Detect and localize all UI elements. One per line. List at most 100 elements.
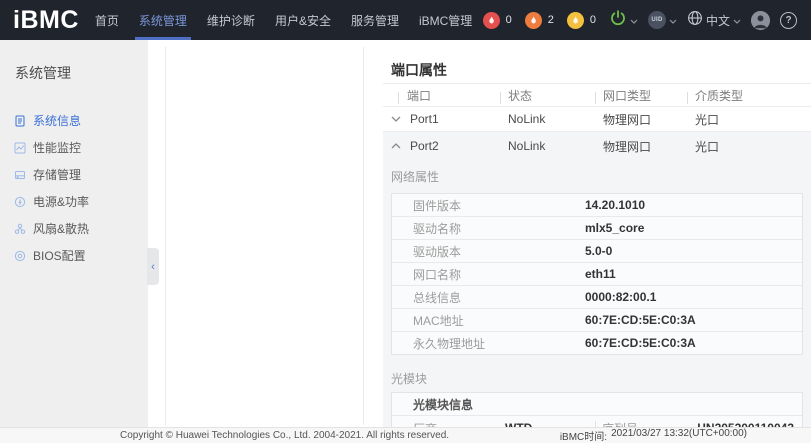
chevron-up-icon[interactable] — [391, 143, 401, 149]
port-properties-panel: 端口属性 端口 状态 网口类型 介质类型 Port1 NoLink 物理网口 光… — [383, 40, 811, 427]
power-icon — [14, 196, 26, 208]
table-row: 驱动名称 mlx5_core — [392, 217, 802, 240]
user-avatar[interactable] — [751, 11, 770, 30]
sidebar-item-label: 电源&功率 — [33, 193, 89, 210]
attr-value: 5.0-0 — [585, 244, 612, 258]
ibmc-page: iBMC 首页 系统管理 维护诊断 用户&安全 服务管理 iBMC管理 0 2 — [0, 0, 811, 443]
chevron-down-icon — [669, 11, 677, 29]
optical-module-label: 光模块 — [391, 370, 803, 387]
attr-value: eth11 — [585, 267, 616, 281]
uid-icon: UID — [648, 11, 666, 29]
attr-label: MAC地址 — [392, 312, 585, 329]
table-row: 永久物理地址 60:7E:CD:5E:C0:3A — [392, 332, 802, 354]
main-nav: 首页 系统管理 维护诊断 用户&安全 服务管理 iBMC管理 — [85, 0, 482, 40]
critical-flame-icon — [483, 12, 500, 29]
chevron-down-icon — [630, 11, 638, 29]
storage-icon — [14, 169, 26, 181]
port-name: Port1 — [410, 112, 439, 126]
sidebar-item-power[interactable]: 电源&功率 — [0, 188, 148, 215]
port-nic-type: 物理网口 — [595, 111, 687, 128]
table-row: 总线信息 0000:82:00.1 — [392, 286, 802, 309]
page-title: 端口属性 — [391, 60, 803, 80]
critical-alarm-indicator[interactable]: 0 — [483, 12, 512, 29]
sidebar-menu: 系统信息 性能监控 存储管理 电源&功率 风扇&散热 BIOS配置 — [0, 107, 148, 269]
table-row: MAC地址 60:7E:CD:5E:C0:3A — [392, 309, 802, 332]
sidebar-item-storage-management[interactable]: 存储管理 — [0, 161, 148, 188]
nav-user-security[interactable]: 用户&安全 — [265, 0, 341, 40]
language-selector[interactable]: 中文 — [687, 10, 741, 31]
nav-maintenance-diagnostics[interactable]: 维护诊断 — [197, 0, 265, 40]
sidebar-item-label: BIOS配置 — [33, 247, 86, 264]
header-right-cluster: 0 2 0 — [483, 9, 797, 32]
network-attributes-table: 固件版本 14.20.1010 驱动名称 mlx5_core 驱动版本 5.0-… — [391, 193, 803, 355]
sidebar-item-performance-monitor[interactable]: 性能监控 — [0, 134, 148, 161]
nav-home[interactable]: 首页 — [85, 0, 129, 40]
table-row: 厂商 WTD 序列号 HN205200110043 — [392, 416, 802, 427]
gear-icon — [14, 250, 26, 262]
footer: Copyright © Huawei Technologies Co., Ltd… — [0, 427, 811, 443]
critical-alarm-count: 0 — [506, 14, 512, 26]
minor-alarm-indicator[interactable]: 0 — [567, 12, 596, 29]
sidebar-title: 系统管理 — [15, 63, 148, 83]
column-header-status: 状态 — [500, 87, 595, 104]
attr-label: 驱动版本 — [392, 243, 585, 260]
optical-module-info-header: 光模块信息 — [392, 393, 802, 416]
port-row-port1[interactable]: Port1 NoLink 物理网口 光口 — [383, 107, 811, 132]
sidebar-item-label: 系统信息 — [33, 112, 81, 129]
table-row: 网口名称 eth11 — [392, 263, 802, 286]
table-row: 驱动版本 5.0-0 — [392, 240, 802, 263]
nav-ibmc-management[interactable]: iBMC管理 — [409, 0, 482, 40]
sidebar-item-fans-cooling[interactable]: 风扇&散热 — [0, 215, 148, 242]
attr-value: 60:7E:CD:5E:C0:3A — [585, 336, 696, 350]
power-icon — [609, 9, 627, 32]
table-row: 固件版本 14.20.1010 — [392, 194, 802, 217]
sidebar-collapse-handle[interactable]: ‹ — [147, 248, 159, 285]
top-header: iBMC 首页 系统管理 维护诊断 用户&安全 服务管理 iBMC管理 0 2 — [0, 0, 811, 40]
nav-service-management[interactable]: 服务管理 — [341, 0, 409, 40]
language-label: 中文 — [706, 12, 730, 29]
port2-detail-section: 网络属性 固件版本 14.20.1010 驱动名称 mlx5_core 驱动版本… — [383, 153, 811, 427]
help-icon[interactable]: ? — [780, 12, 797, 29]
attr-label: 驱动名称 — [392, 220, 585, 237]
network-attributes-label: 网络属性 — [391, 168, 803, 185]
sidebar: 系统管理 系统信息 性能监控 存储管理 电源&功率 风扇&散热 — [0, 40, 148, 427]
adapter-view-panel — [165, 47, 364, 425]
column-header-nic-type: 网口类型 — [595, 87, 687, 104]
minor-alarm-count: 0 — [590, 14, 596, 26]
globe-icon — [687, 10, 703, 31]
minor-flame-icon — [567, 12, 584, 29]
sidebar-item-label: 性能监控 — [33, 139, 81, 156]
column-header-media-type: 介质类型 — [687, 87, 811, 104]
attr-value: mlx5_core — [585, 221, 644, 235]
attr-label: 总线信息 — [392, 289, 585, 306]
port-status: NoLink — [500, 139, 595, 153]
port-media-type: 光口 — [687, 138, 811, 155]
major-flame-icon — [525, 12, 542, 29]
copyright-text: Copyright © Huawei Technologies Co., Ltd… — [120, 430, 449, 441]
attr-label: 永久物理地址 — [392, 335, 585, 352]
document-icon — [14, 115, 26, 127]
column-header-port: 端口 — [383, 87, 500, 104]
attr-value: 60:7E:CD:5E:C0:3A — [585, 313, 696, 327]
chevron-down-icon[interactable] — [391, 116, 401, 122]
ibmc-time-label: iBMC时间: — [560, 428, 607, 443]
ibmc-time-value: 2021/03/27 13:32(UTC+00:00) — [611, 428, 747, 443]
sidebar-item-label: 风扇&散热 — [33, 220, 89, 237]
ibmc-logo: iBMC — [13, 6, 79, 35]
vendor-label: 厂商 — [392, 420, 505, 428]
attr-label: 固件版本 — [392, 197, 585, 214]
port-media-type: 光口 — [687, 111, 811, 128]
chart-icon — [14, 142, 26, 154]
sidebar-item-label: 存储管理 — [33, 166, 81, 183]
attr-label: 网口名称 — [392, 266, 585, 283]
major-alarm-indicator[interactable]: 2 — [525, 12, 554, 29]
uid-indicator-dropdown[interactable]: UID — [648, 11, 677, 29]
sidebar-item-system-info[interactable]: 系统信息 — [0, 107, 148, 134]
port-name: Port2 — [410, 139, 439, 153]
power-control-dropdown[interactable] — [609, 9, 638, 32]
ports-table-header: 端口 状态 网口类型 介质类型 — [383, 84, 811, 107]
sidebar-item-bios-config[interactable]: BIOS配置 — [0, 242, 148, 269]
port-status: NoLink — [500, 112, 595, 126]
nav-system-management[interactable]: 系统管理 — [129, 0, 197, 40]
attr-value: 14.20.1010 — [585, 198, 645, 212]
